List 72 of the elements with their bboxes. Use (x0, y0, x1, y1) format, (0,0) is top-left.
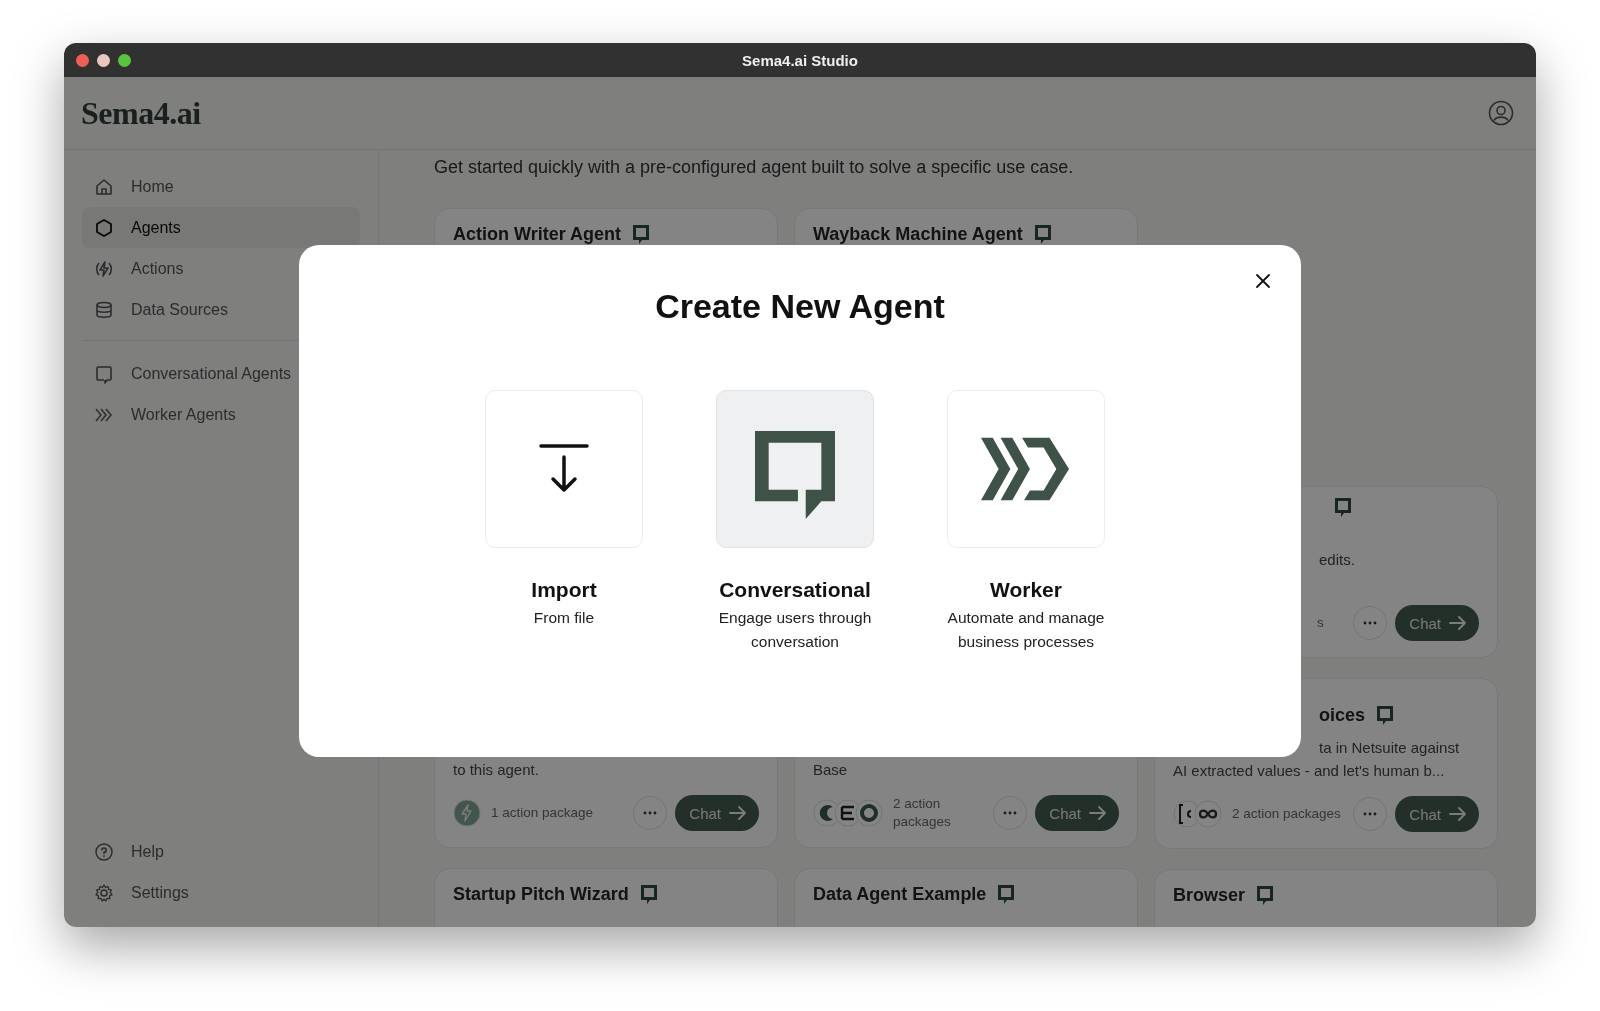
more-icon (1363, 621, 1378, 625)
arrow-right-icon (1089, 806, 1107, 820)
page-subtitle: Get started quickly with a pre-configured agent built to solve a specific use case. (434, 157, 1075, 178)
agent-type-option[interactable] (947, 390, 1105, 548)
chat-bubble-icon (631, 223, 651, 245)
minimize-window-button[interactable] (97, 53, 110, 67)
agent-title: oices (1319, 704, 1366, 726)
arrow-right-icon (1449, 616, 1467, 630)
option-description: Automate and manage business processes (946, 608, 1106, 652)
sidebar-item[interactable]: Settings (82, 872, 360, 913)
dialog-title: Create New Agent (654, 287, 946, 326)
agent-title: Wayback Machine Agent (813, 223, 1023, 245)
close-window-button[interactable] (76, 53, 89, 67)
chat-bubble-icon (755, 431, 835, 519)
option-description: From file (532, 608, 596, 628)
sidebar-item[interactable]: Actions (82, 248, 360, 289)
package-count: 1 action package (491, 804, 595, 822)
chat-button[interactable]: Chat (675, 795, 759, 831)
chat-bubble-icon (1375, 704, 1396, 726)
chevrons-icon (981, 437, 1071, 501)
chat-bubble-icon (1333, 496, 1353, 518)
logo: Sema4.ai (81, 94, 201, 132)
option-description: Engage users through conversation (717, 608, 873, 652)
chat-icon (94, 363, 114, 384)
option-title: Conversational (719, 578, 871, 602)
sidebar-item[interactable]: Agents (82, 207, 360, 248)
more-icon (643, 811, 658, 815)
settings-icon (94, 882, 114, 903)
sidebar-item[interactable]: Help (82, 831, 360, 872)
package-count: 2 action packages (1232, 805, 1342, 823)
infinity-logo-icon (1194, 800, 1222, 828)
help-icon (94, 841, 114, 862)
option-title: Worker (990, 578, 1062, 602)
hexagon-icon (94, 217, 114, 238)
database-icon (94, 299, 114, 320)
arrow-right-icon (1449, 807, 1467, 821)
sidebar-item[interactable]: Home (82, 166, 360, 207)
agent-title: Action Writer Agent (453, 223, 621, 245)
sidebar-item[interactable]: Data Sources (82, 289, 360, 330)
bolt-icon (94, 258, 114, 279)
agent-description: to this agent. (453, 760, 540, 780)
arrow-right-icon (729, 806, 747, 820)
bolt-logo-icon (453, 799, 481, 827)
agent-description: Base (813, 760, 849, 780)
chat-bubble-icon (1255, 884, 1276, 906)
agent-type-option[interactable] (716, 390, 874, 548)
agent-description: edits. (1319, 550, 1356, 570)
ring-logo-icon (855, 799, 883, 827)
window-title: Sema4.ai Studio (742, 51, 858, 69)
more-icon (1003, 811, 1018, 815)
user-avatar-icon[interactable] (1488, 100, 1514, 126)
close-icon (1255, 273, 1271, 289)
sidebar-item[interactable]: Worker Agents (82, 394, 360, 435)
home-icon (94, 176, 114, 197)
package-count: s (1316, 614, 1325, 632)
agent-title: Startup Pitch Wizard (453, 883, 629, 905)
more-icon (1363, 812, 1378, 816)
zoom-window-button[interactable] (118, 53, 131, 67)
chat-button[interactable]: Chat (1395, 605, 1479, 641)
chat-button[interactable]: Chat (1035, 795, 1119, 831)
chat-bubble-icon (638, 883, 659, 905)
chat-button[interactable]: Chat (1395, 796, 1479, 832)
agent-description: ta in Netsuite against (1319, 738, 1461, 758)
agent-title: Browser (1173, 884, 1246, 906)
sidebar-item[interactable]: Conversational Agents (82, 353, 360, 394)
agent-description: AI extracted values - and let's human b... (1173, 761, 1446, 781)
option-title: Import (531, 578, 597, 602)
agent-title: Data Agent Example (813, 883, 987, 905)
import-arrow-icon (539, 444, 589, 494)
chat-bubble-icon (1032, 223, 1053, 245)
chat-bubble-icon (996, 883, 1017, 905)
package-count: 2 action packages (893, 795, 952, 831)
